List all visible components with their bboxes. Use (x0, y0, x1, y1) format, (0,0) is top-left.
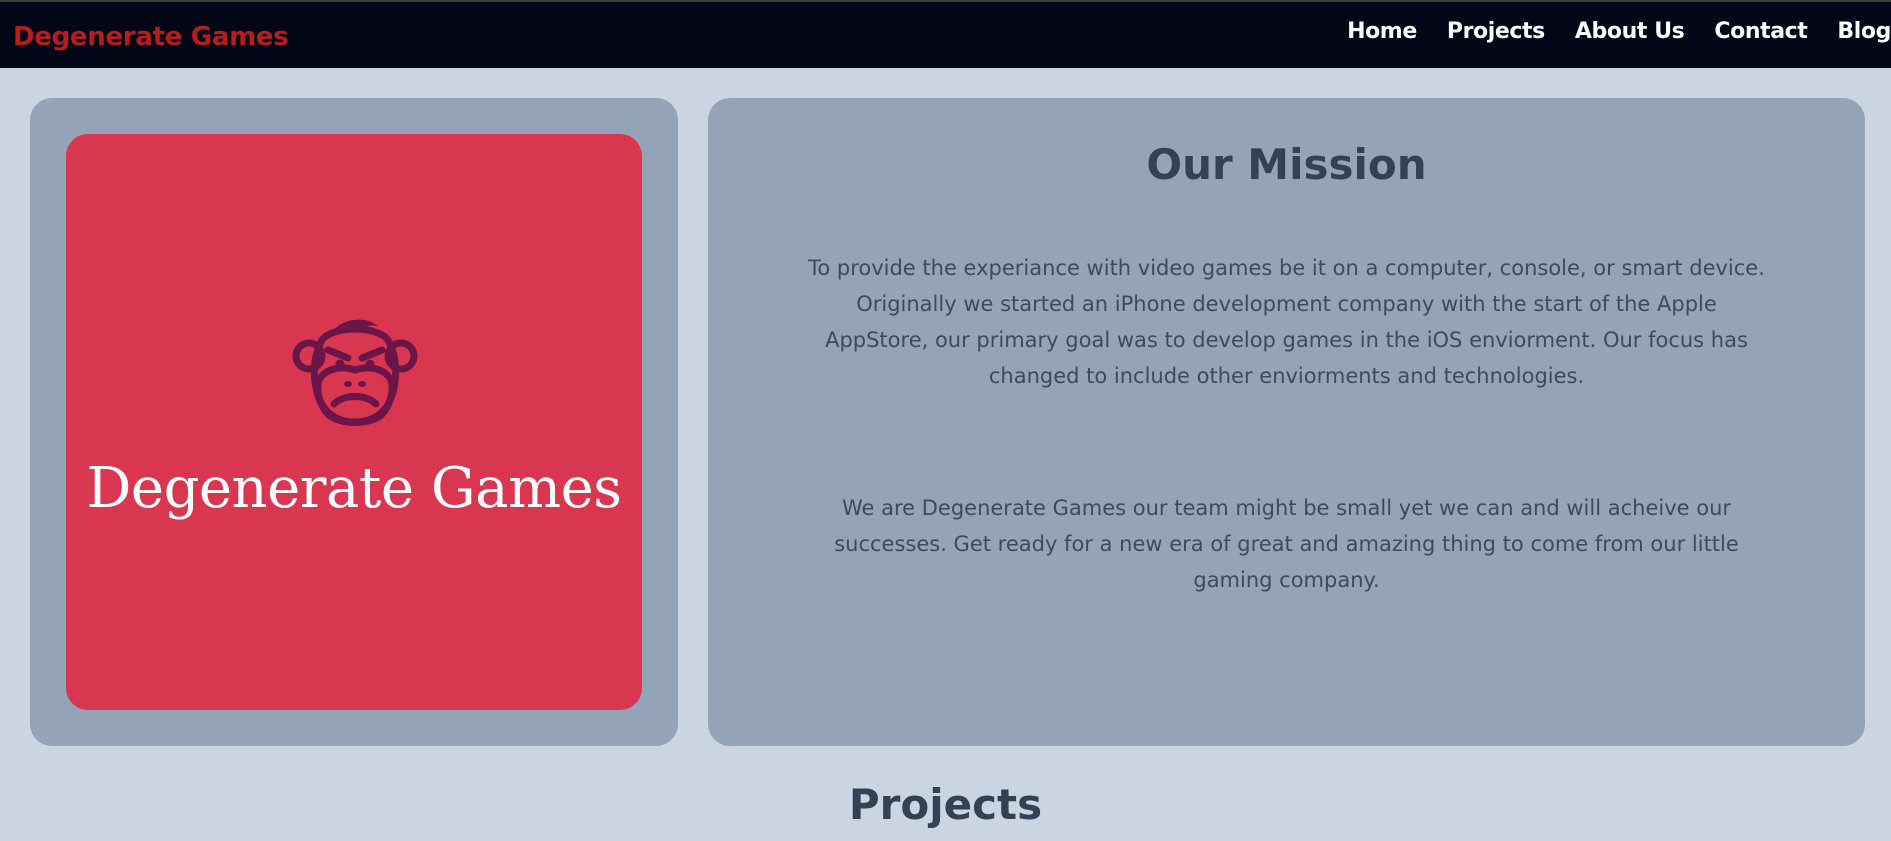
mission-paragraph-2: We are Degenerate Games our team might b… (708, 490, 1865, 598)
mission-p1-line: AppStore, our primary goal was to develo… (825, 328, 1748, 352)
projects-heading: Projects (848, 780, 1043, 829)
mission-p1-line: To provide the experiance with video gam… (808, 256, 1765, 280)
logo-tile: Degenerate Games (66, 134, 642, 710)
nav-home-link[interactable]: Home (1347, 19, 1417, 44)
mission-p2-line: gaming company. (1193, 568, 1380, 592)
logo-card: Degenerate Games (30, 98, 678, 746)
top-nav-bar: Degenerate Games Home Projects About Us … (0, 0, 1891, 68)
mission-p1-line: Originally we started an iPhone developm… (856, 292, 1717, 316)
mission-p1-line: changed to include other enviorments and… (988, 364, 1585, 388)
nav-about-link[interactable]: About Us (1575, 19, 1685, 44)
nav-contact-link[interactable]: Contact (1714, 19, 1807, 44)
main-nav: Home Projects About Us Contact Blog (1317, 19, 1891, 44)
nav-projects-link[interactable]: Projects (1447, 19, 1545, 44)
nav-blog-link[interactable]: Blog (1837, 19, 1891, 44)
logo-wordmark: Degenerate Games (86, 456, 622, 521)
mission-heading: Our Mission (1146, 140, 1427, 189)
brand-link[interactable]: Degenerate Games (13, 22, 289, 52)
mission-card: Our Mission To provide the experiance wi… (708, 98, 1865, 746)
mission-p2-line: We are Degenerate Games our team might b… (841, 496, 1732, 520)
mission-paragraph-1: To provide the experiance with video gam… (708, 250, 1865, 394)
mission-p2-line: successes. Get ready for a new era of gr… (834, 532, 1739, 556)
monkey-face-icon (292, 319, 418, 426)
